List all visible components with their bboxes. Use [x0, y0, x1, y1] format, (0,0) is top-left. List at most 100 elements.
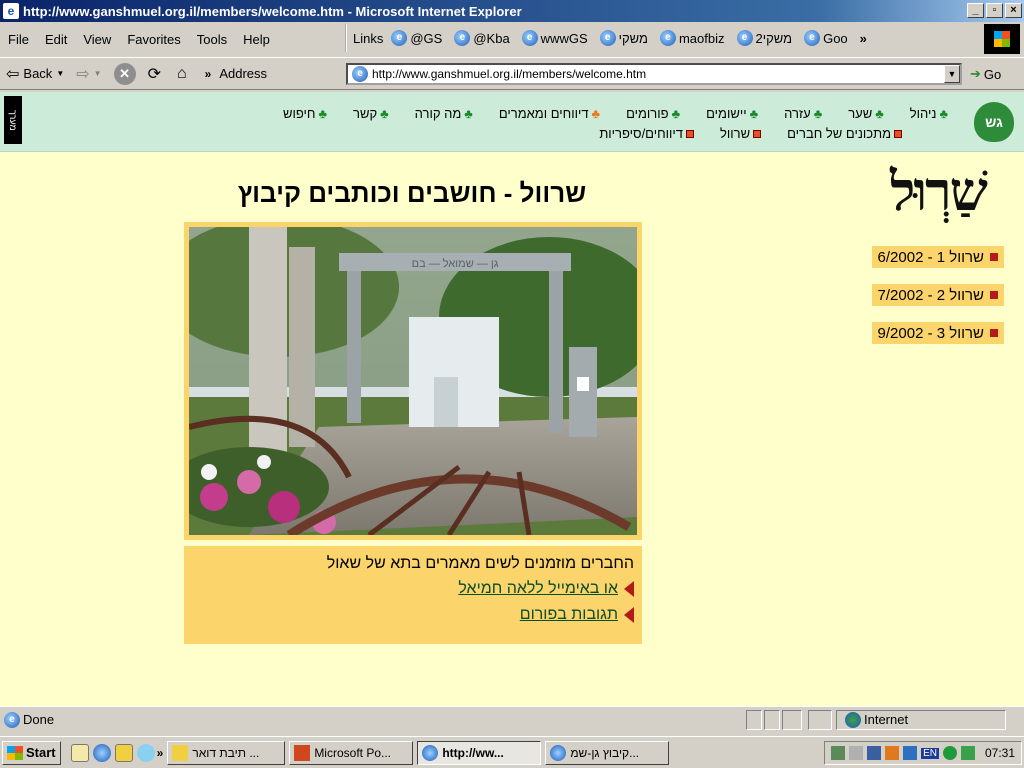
tree-icon: ♣	[813, 106, 823, 121]
email-link[interactable]: או באימייל ללאה חמיאל	[192, 576, 634, 602]
site-link-admin[interactable]: ♣ ניהול	[910, 106, 948, 121]
show-desktop-icon[interactable]	[70, 743, 89, 762]
back-arrow-icon: ⇦	[6, 65, 20, 83]
site-link-recipes[interactable]: מתכונים של חברים	[787, 126, 902, 141]
browser-window: e http://www.ganshmuel.org.il/members/we…	[0, 0, 1024, 736]
address-bar[interactable]: e http://www.ganshmuel.org.il/members/we…	[346, 63, 962, 85]
square-bullet-icon	[686, 129, 694, 138]
forward-arrow-icon: ⇨	[76, 65, 90, 83]
toolbar-chevron[interactable]: »	[205, 67, 212, 81]
address-dropdown-button[interactable]: ▼	[944, 65, 960, 83]
forum-responses-link[interactable]: תגובות בפורום	[192, 602, 634, 628]
site-logo[interactable]: גש	[974, 102, 1014, 142]
ie-icon: e	[4, 711, 20, 728]
ie-icon: e	[804, 30, 821, 46]
zone-label: Internet	[864, 712, 909, 727]
task-label: Microsoft Po...	[314, 745, 391, 760]
quicklaunch-chevron[interactable]: »	[157, 746, 164, 760]
site-link-label: עזרה	[784, 106, 811, 121]
link-label: Goo	[823, 30, 848, 46]
issue-link-1[interactable]: שרוול 1 - 6/2002	[871, 246, 1004, 268]
link-label: wwwGS	[540, 30, 588, 46]
stop-button[interactable]: ✕	[108, 62, 142, 85]
task-powerpoint[interactable]: Microsoft Po...	[289, 740, 414, 765]
site-link-reports[interactable]: ♣ דיווחים ומאמרים	[499, 106, 600, 121]
vertical-tab[interactable]: מערך	[4, 96, 22, 144]
link-label: משקי2	[755, 30, 793, 46]
volume-icon[interactable]	[849, 746, 864, 760]
page-content: מערך גש ♣ חיפוש ♣ קשר ♣ מה קורה ♣ דיווחים ומ…	[0, 92, 1024, 706]
svg-text:גן — שמואל — בם: גן — שמואל — בם	[412, 257, 499, 270]
tray-icon[interactable]	[942, 746, 957, 760]
menu-edit[interactable]: Edit	[37, 32, 75, 47]
globe-icon	[845, 711, 861, 728]
site-link-gate[interactable]: ♣ שער	[848, 106, 884, 121]
network-icon[interactable]	[831, 746, 846, 760]
tray-icon[interactable]	[867, 746, 882, 760]
menu-favorites[interactable]: Favorites	[119, 32, 188, 47]
restore-icon: ▫	[992, 4, 997, 16]
language-indicator[interactable]: EN	[921, 747, 939, 759]
window-controls: _ ▫ ×	[967, 3, 1022, 18]
home-button[interactable]: ⌂	[171, 65, 197, 83]
dropdown-arrow-icon: ▼	[93, 69, 102, 78]
site-link-label: דיווחים ומאמרים	[498, 106, 589, 121]
forward-button[interactable]: ⇨ ▼	[70, 64, 107, 84]
site-link-sharul[interactable]: שרוול	[720, 126, 762, 141]
sharul-brand-logo: שַׁרְוּל	[890, 159, 988, 223]
close-button[interactable]: ×	[1005, 3, 1022, 18]
caption-text: החברים מוזמנים לשים מאמרים בתא של שאול	[326, 555, 634, 572]
windows-logo-icon	[984, 24, 1020, 54]
outlook-quicklaunch-icon[interactable]	[114, 743, 133, 762]
minimize-button[interactable]: _	[967, 3, 984, 18]
go-button[interactable]: ➔ Go	[970, 63, 1001, 85]
task-ie-kibbutz[interactable]: קיבוץ גן-שמ...	[545, 740, 670, 765]
task-mailbox[interactable]: תיבת דואר ...	[167, 740, 286, 765]
clock[interactable]: 07:31	[985, 746, 1015, 760]
link-meshek2[interactable]: e משקי2	[736, 30, 793, 46]
back-label: Back	[23, 66, 53, 81]
square-bullet-icon	[990, 253, 998, 261]
square-bullet-icon	[990, 291, 998, 299]
link-gs[interactable]: e @GS	[391, 30, 442, 46]
site-link-libraries[interactable]: דיווחים/סיפריות	[599, 126, 694, 141]
status-cell	[764, 709, 780, 730]
issue-link-2[interactable]: שרוול 2 - 7/2002	[871, 284, 1004, 306]
tree-icon: ♣	[671, 106, 681, 121]
link-meshek[interactable]: e משקי	[599, 30, 648, 46]
link-label: @GS	[410, 30, 443, 46]
issue-link-3[interactable]: שרוול 3 - 9/2002	[871, 322, 1004, 344]
link-goo[interactable]: e Goo	[804, 30, 848, 46]
title-bar[interactable]: e http://www.ganshmuel.org.il/members/we…	[0, 0, 1024, 22]
site-link-forums[interactable]: ♣ פורומים	[626, 106, 680, 121]
tree-icon: ♣	[318, 106, 328, 121]
tray-icon[interactable]	[960, 746, 975, 760]
link-wwwgs[interactable]: e wwwGS	[521, 30, 588, 46]
status-cell	[746, 709, 762, 730]
link-maofbiz[interactable]: e maofbiz	[659, 30, 725, 46]
task-ie-active[interactable]: http://ww...	[417, 740, 542, 765]
quicklaunch-icon[interactable]	[136, 743, 155, 762]
refresh-button[interactable]: ⟳	[142, 64, 171, 84]
ie-quicklaunch-icon[interactable]	[92, 743, 111, 762]
task-label: http://ww...	[442, 745, 504, 760]
tray-icon[interactable]	[903, 746, 918, 760]
link-kba[interactable]: e @Kba	[454, 30, 510, 46]
menu-help[interactable]: Help	[235, 32, 278, 47]
site-link-contact[interactable]: ♣ קשר	[353, 106, 389, 121]
restore-button[interactable]: ▫	[986, 3, 1003, 18]
menu-file[interactable]: File	[0, 32, 37, 47]
tray-icon[interactable]	[885, 746, 900, 760]
site-link-help[interactable]: ♣ עזרה	[784, 106, 822, 121]
issue-label: שרוול 1 - 6/2002	[877, 248, 984, 266]
menu-view[interactable]: View	[75, 32, 119, 47]
menu-tools[interactable]: Tools	[189, 32, 235, 47]
links-chevron[interactable]: »	[860, 31, 867, 46]
back-button[interactable]: ⇦ Back ▼	[0, 64, 70, 84]
address-url[interactable]: http://www.ganshmuel.org.il/members/welc…	[372, 67, 646, 81]
site-link-apps[interactable]: ♣ יישומים	[706, 106, 758, 121]
tree-icon: ♣	[875, 106, 884, 121]
start-button[interactable]: Start	[2, 740, 61, 765]
site-link-whats-new[interactable]: ♣ מה קורה	[415, 106, 473, 121]
site-link-search[interactable]: ♣ חיפוש	[283, 106, 327, 121]
